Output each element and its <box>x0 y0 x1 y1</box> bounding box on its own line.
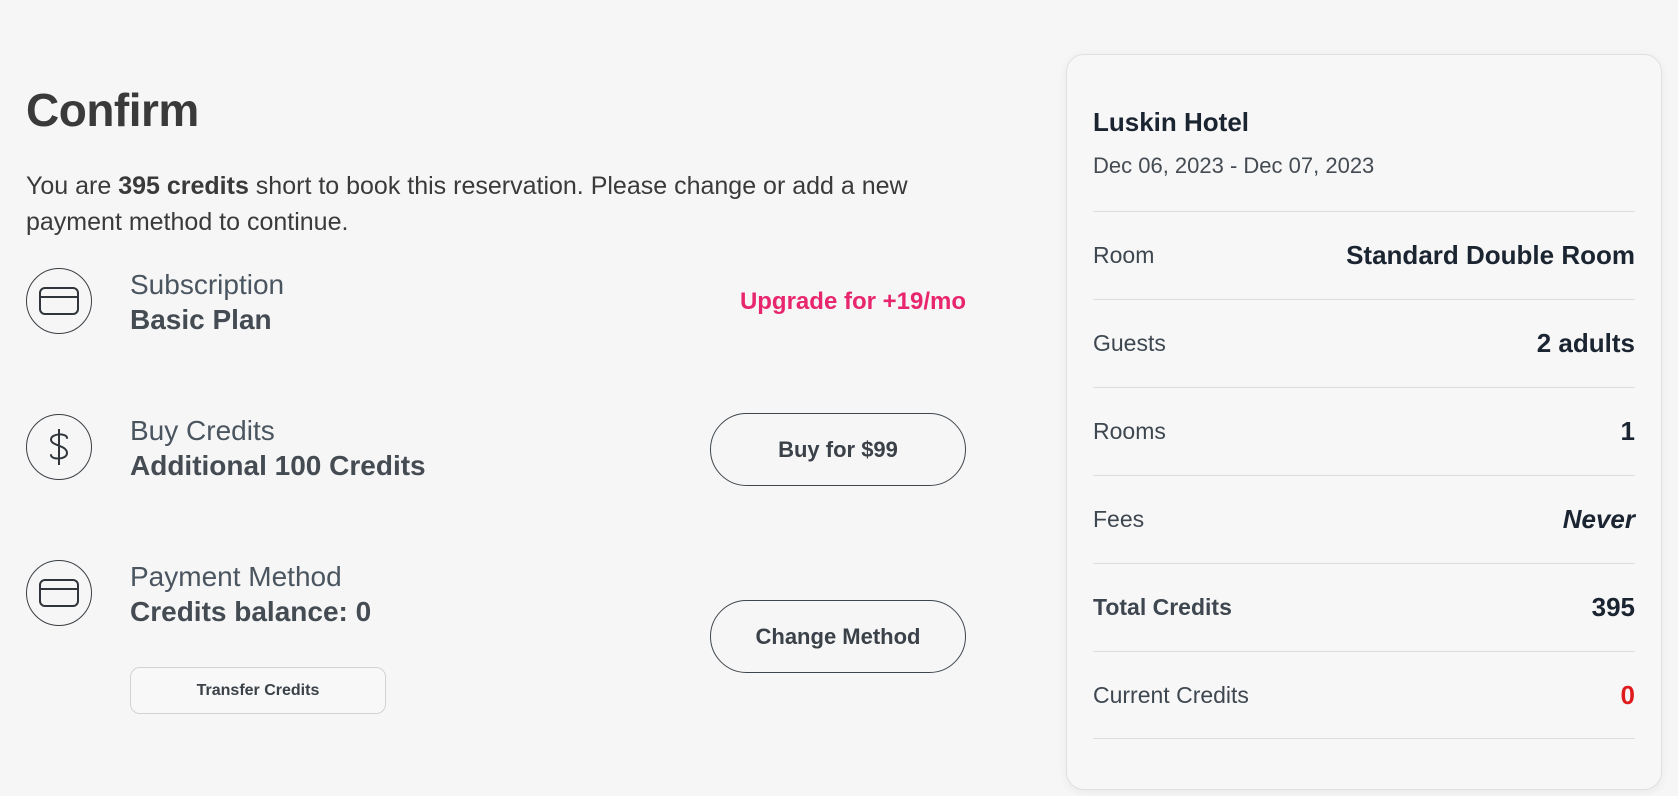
payment-method-row: Payment Method Credits balance: 0 Change… <box>26 560 966 720</box>
summary-value: 395 <box>1591 592 1635 622</box>
buy-credits-text: Buy Credits Additional 100 Credits <box>130 414 426 484</box>
intro-shortfall-amount: 395 credits <box>118 172 249 200</box>
hotel-name: Luskin Hotel <box>1093 107 1250 137</box>
summary-row-current-credits: Current Credits 0 <box>1093 651 1635 739</box>
transfer-credits-button[interactable]: Transfer Credits <box>130 667 386 714</box>
page-title: Confirm <box>26 84 199 136</box>
dollar-icon <box>26 414 92 480</box>
summary-value: 2 adults <box>1536 328 1635 358</box>
upgrade-plan-link[interactable]: Upgrade for +19/mo <box>740 288 966 316</box>
buy-credits-row: Buy Credits Additional 100 Credits Buy f… <box>26 413 966 488</box>
summary-row-fees: Fees Never <box>1093 475 1635 563</box>
summary-label: Room <box>1093 242 1155 268</box>
subscription-plan: Basic Plan <box>130 304 272 335</box>
buy-credits-button[interactable]: Buy for $99 <box>710 413 966 486</box>
summary-value: Never <box>1562 504 1635 534</box>
booking-summary-card: Luskin Hotel Dec 06, 2023 - Dec 07, 2023… <box>1066 54 1662 790</box>
summary-value: Standard Double Room <box>1346 240 1635 270</box>
summary-list: Room Standard Double Room Guests 2 adult… <box>1093 211 1635 739</box>
change-method-button[interactable]: Change Method <box>710 600 966 673</box>
summary-label: Total Credits <box>1093 594 1232 620</box>
summary-value: 0 <box>1620 679 1635 710</box>
credits-balance: Credits balance: 0 <box>130 596 372 627</box>
payment-method-text: Payment Method Credits balance: 0 <box>130 560 371 630</box>
subscription-row: Subscription Basic Plan Upgrade for +19/… <box>26 268 966 338</box>
confirm-page: Confirm You are 395 credits short to boo… <box>0 0 1678 796</box>
credits-shortfall-message: You are 395 credits short to book this r… <box>26 168 946 240</box>
summary-label: Guests <box>1093 330 1166 356</box>
credit-card-icon <box>26 560 92 626</box>
summary-label: Fees <box>1093 506 1145 532</box>
summary-row-room: Room Standard Double Room <box>1093 211 1635 299</box>
stay-dates: Dec 06, 2023 - Dec 07, 2023 <box>1093 153 1375 178</box>
summary-value: 1 <box>1620 416 1635 446</box>
confirm-section: Confirm You are 395 credits short to boo… <box>26 80 966 714</box>
buy-credits-amount: Additional 100 Credits <box>130 450 426 481</box>
subscription-text: Subscription Basic Plan <box>130 268 284 338</box>
buy-credits-label: Buy Credits <box>130 415 275 446</box>
summary-label: Current Credits <box>1093 681 1249 708</box>
subscription-label: Subscription <box>130 269 285 300</box>
payment-method-label: Payment Method <box>130 561 342 592</box>
summary-label: Rooms <box>1093 418 1166 444</box>
intro-prefix: You are <box>26 172 119 200</box>
summary-row-guests: Guests 2 adults <box>1093 299 1635 387</box>
summary-row-total-credits: Total Credits 395 <box>1093 563 1635 651</box>
credit-card-icon <box>26 268 92 334</box>
summary-row-rooms: Rooms 1 <box>1093 387 1635 475</box>
